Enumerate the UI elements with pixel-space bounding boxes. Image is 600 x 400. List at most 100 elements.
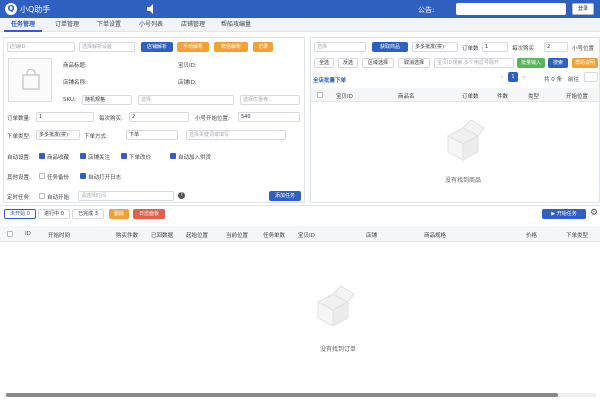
- batch-input-button[interactable]: 批量输入: [517, 58, 545, 68]
- col-order-count: 订单数: [462, 94, 479, 100]
- section-title: 全店批量下单: [313, 78, 347, 84]
- product-image-placeholder: [8, 58, 52, 102]
- main-tabs: 任务管理 订单管理 下单设置 小号列表 店铺管理 帮船攻编量: [0, 18, 600, 32]
- tab-shop-manage[interactable]: 店铺管理: [174, 18, 212, 32]
- manual-parse-button[interactable]: 手动解析: [177, 42, 209, 52]
- option-follow: 店铺关注: [88, 155, 111, 161]
- order-type-select[interactable]: 多多批发(拼): [36, 130, 80, 140]
- checkbox-supply[interactable]: [170, 153, 176, 159]
- checkbox-favorite[interactable]: [39, 153, 45, 159]
- invert-select-button[interactable]: 反选: [338, 58, 358, 68]
- right-order-type-select[interactable]: 多多批发(拼): [412, 42, 458, 52]
- per-buy-label: 每次购买:: [99, 116, 123, 122]
- title-bar: Q 小Q助手 公告: 登录: [0, 0, 600, 18]
- product-select-all-checkbox[interactable]: [317, 92, 323, 98]
- start-pos-input[interactable]: 540: [238, 112, 300, 122]
- range-select-button[interactable]: 区域选择: [362, 58, 394, 68]
- tab-order-settings[interactable]: 下单设置: [90, 18, 128, 32]
- option-favorite: 商品收藏: [47, 155, 70, 161]
- tab-order-manage[interactable]: 订单管理: [48, 18, 86, 32]
- start-task-button[interactable]: ▶ 开始任务: [542, 209, 586, 219]
- checkbox-price-change[interactable]: [121, 153, 127, 159]
- order-empty-text: 没有找到订单: [320, 346, 357, 353]
- tab-account-list[interactable]: 小号列表: [132, 18, 170, 32]
- option-price-change: 下单改价: [129, 155, 152, 161]
- scrollbar-thumb[interactable]: [6, 393, 558, 397]
- col-id: ID: [25, 231, 31, 237]
- product-select[interactable]: 选择: [314, 42, 366, 52]
- empty-order-box-icon: [316, 285, 355, 327]
- keyword-input[interactable]: 选择关键词或填写: [186, 130, 286, 140]
- goto-input[interactable]: [584, 72, 598, 82]
- col-start-pos: 开始位置: [566, 94, 589, 100]
- right-order-qty-input[interactable]: 1: [482, 42, 508, 52]
- page-total: 共 0 条: [544, 77, 562, 83]
- empty-box-icon: [446, 119, 485, 161]
- add-task-button[interactable]: 添加任务: [269, 191, 301, 201]
- search-button[interactable]: 搜索: [548, 58, 568, 68]
- right-per-buy-input[interactable]: 2: [544, 42, 568, 52]
- col-spec: 商品规格: [424, 233, 447, 239]
- sku-label: SKU:: [63, 97, 76, 103]
- select-all-button[interactable]: 全选: [314, 58, 334, 68]
- order-qty-input[interactable]: 1: [36, 112, 94, 122]
- help-icon[interactable]: ?: [178, 192, 185, 199]
- status-tab-pending[interactable]: 未开始 0: [4, 209, 36, 219]
- shopping-bag-icon: [22, 69, 40, 90]
- tab-help[interactable]: 帮船攻编量: [216, 18, 256, 32]
- col-piece-count: 件数: [497, 94, 509, 100]
- checkbox-backup[interactable]: [39, 173, 45, 179]
- login-button[interactable]: 登录: [572, 3, 594, 15]
- auto-settings-label: 自动设置:: [7, 155, 31, 161]
- start-pos-label: 小号开始位置:: [195, 116, 230, 122]
- log-panel-button[interactable]: 日志面板: [133, 209, 165, 219]
- order-method-select[interactable]: 下单: [126, 130, 178, 140]
- page-prev-icon[interactable]: ‹: [498, 73, 506, 82]
- order-select-all-checkbox[interactable]: [7, 231, 13, 237]
- col-buy-qty: 购买件数: [116, 233, 139, 239]
- get-product-button[interactable]: 获取商品: [372, 42, 408, 52]
- col-baby-id: 宝贝ID: [336, 94, 353, 100]
- gear-icon[interactable]: ⚙: [590, 208, 598, 218]
- baby-id-label: 宝贝ID:: [178, 63, 197, 69]
- status-tab-done[interactable]: 已完成 3: [72, 209, 104, 219]
- app-title: 小Q助手: [20, 5, 51, 14]
- page-current[interactable]: 1: [508, 72, 518, 82]
- shop-parse-button[interactable]: 店铺解析: [141, 42, 173, 52]
- option-backup: 任务备份: [47, 175, 70, 181]
- product-empty-text: 没有找到商品: [445, 177, 482, 184]
- product-table-header: [311, 88, 599, 102]
- goto-label: 前往: [568, 77, 580, 83]
- sku-option-select[interactable]: 选择: [138, 95, 234, 105]
- checkbox-follow[interactable]: [80, 153, 86, 159]
- status-tab-running[interactable]: 进行中 0: [38, 209, 70, 219]
- per-buy-input[interactable]: 2: [129, 112, 189, 122]
- col-type: 类型: [528, 94, 540, 100]
- coupon-select[interactable]: 选择优惠券: [240, 95, 300, 105]
- tab-task-manage[interactable]: 任务管理: [4, 18, 42, 32]
- cancel-select-button[interactable]: 取消选择: [398, 58, 430, 68]
- divider: [0, 205, 600, 206]
- order-method-label: 下单方式:: [84, 134, 108, 140]
- delete-button[interactable]: 删除: [109, 209, 129, 219]
- checkbox-open-log[interactable]: [80, 173, 86, 179]
- help-button[interactable]: 帮助说明: [572, 58, 598, 68]
- shop-id-label: 店铺ID:: [178, 80, 197, 86]
- start-task-label: 开始任务: [556, 211, 577, 217]
- sku-select[interactable]: 随机规格: [82, 95, 132, 105]
- record-button[interactable]: 记录: [253, 42, 273, 52]
- page-next-icon[interactable]: ›: [520, 73, 528, 82]
- option-open-log: 自动打开日志: [88, 175, 122, 181]
- order-qty-label: 订单数量:: [7, 116, 31, 122]
- notice-label: 公告:: [418, 6, 435, 14]
- parse-device-select[interactable]: 选择解析设备: [79, 42, 135, 52]
- right-order-qty-label: 订单数: [462, 46, 479, 52]
- col-returned: 已回数据: [151, 233, 174, 239]
- batch-search-input[interactable]: 宝贝ID搜索,多个用逗号隔开: [434, 58, 514, 68]
- time-picker[interactable]: 请选择时间: [78, 191, 174, 201]
- wechat-parse-button[interactable]: 微信解析: [214, 42, 248, 52]
- col-current-pos: 当前位置: [226, 233, 249, 239]
- shop-id-input[interactable]: 店铺ID: [7, 42, 75, 52]
- checkbox-auto-start[interactable]: [39, 193, 45, 199]
- col-shop: 店铺: [366, 233, 378, 239]
